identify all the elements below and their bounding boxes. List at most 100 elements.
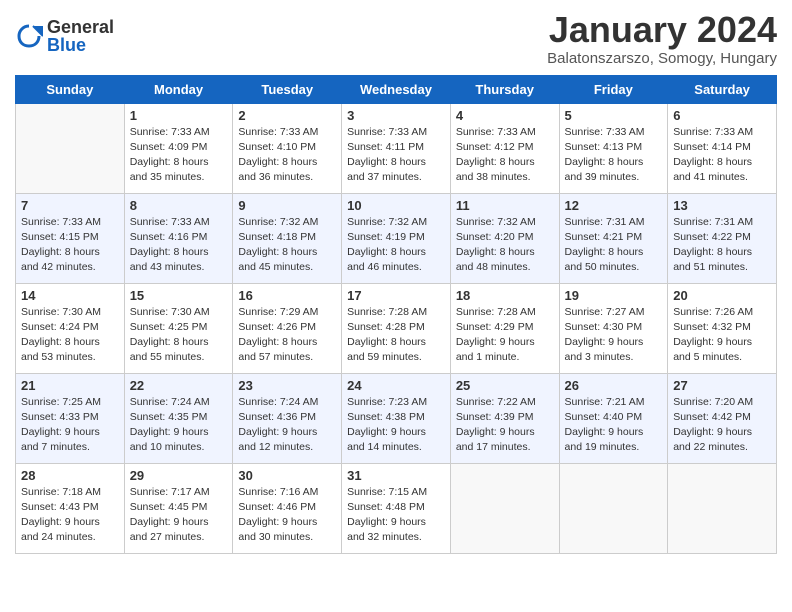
day-cell: 30 Sunrise: 7:16 AMSunset: 4:46 PMDayligh… — [233, 463, 342, 553]
logo-blue: Blue — [47, 36, 114, 54]
day-number: 29 — [130, 468, 228, 483]
day-cell — [559, 463, 668, 553]
day-info: Sunrise: 7:33 AMSunset: 4:14 PMDaylight:… — [673, 125, 771, 186]
day-cell: 13 Sunrise: 7:31 AMSunset: 4:22 PMDayligh… — [668, 193, 777, 283]
logo-icon — [15, 22, 43, 50]
day-cell: 23 Sunrise: 7:24 AMSunset: 4:36 PMDayligh… — [233, 373, 342, 463]
col-header-thursday: Thursday — [450, 75, 559, 103]
day-cell: 12Sunrise: 7:31 AMSunset: 4:21 PMDayligh… — [559, 193, 668, 283]
day-info: Sunrise: 7:20 AMSunset: 4:42 PMDaylight:… — [673, 395, 771, 456]
day-info: Sunrise: 7:28 AMSunset: 4:29 PMDaylight:… — [456, 305, 554, 366]
day-cell: 19 Sunrise: 7:27 AMSunset: 4:30 PMDayligh… — [559, 283, 668, 373]
day-number: 30 — [238, 468, 336, 483]
day-number: 6 — [673, 108, 771, 123]
day-number: 10 — [347, 198, 445, 213]
day-number: 12 — [565, 198, 663, 213]
day-number: 9 — [238, 198, 336, 213]
day-info: Sunrise: 7:33 AMSunset: 4:13 PMDaylight:… — [565, 125, 663, 186]
day-info: Sunrise: 7:33 AMSunset: 4:15 PMDaylight:… — [21, 215, 119, 276]
week-row-4: 21Sunrise: 7:25 AMSunset: 4:33 PMDayligh… — [16, 373, 777, 463]
day-number: 18 — [456, 288, 554, 303]
day-number: 5 — [565, 108, 663, 123]
day-number: 24 — [347, 378, 445, 393]
col-header-friday: Friday — [559, 75, 668, 103]
day-number: 3 — [347, 108, 445, 123]
week-row-2: 7Sunrise: 7:33 AMSunset: 4:15 PMDaylight… — [16, 193, 777, 283]
day-number: 11 — [456, 198, 554, 213]
day-cell: 24 Sunrise: 7:23 AMSunset: 4:38 PMDayligh… — [342, 373, 451, 463]
day-info: Sunrise: 7:16 AMSunset: 4:46 PMDaylight:… — [238, 485, 336, 546]
day-number: 31 — [347, 468, 445, 483]
day-cell: 27 Sunrise: 7:20 AMSunset: 4:42 PMDayligh… — [668, 373, 777, 463]
title-area: January 2024 Balatonszarszo, Somogy, Hun… — [547, 10, 777, 67]
day-info: Sunrise: 7:15 AMSunset: 4:48 PMDaylight:… — [347, 485, 445, 546]
day-number: 14 — [21, 288, 119, 303]
day-cell: 6 Sunrise: 7:33 AMSunset: 4:14 PMDaylight… — [668, 103, 777, 193]
day-cell: 16Sunrise: 7:29 AMSunset: 4:26 PMDayligh… — [233, 283, 342, 373]
day-cell: 11 Sunrise: 7:32 AMSunset: 4:20 PMDayligh… — [450, 193, 559, 283]
day-number: 20 — [673, 288, 771, 303]
week-row-1: 1Sunrise: 7:33 AMSunset: 4:09 PMDaylight… — [16, 103, 777, 193]
day-number: 23 — [238, 378, 336, 393]
week-row-5: 28 Sunrise: 7:18 AMSunset: 4:43 PMDayligh… — [16, 463, 777, 553]
col-header-sunday: Sunday — [16, 75, 125, 103]
day-info: Sunrise: 7:30 AMSunset: 4:24 PMDaylight:… — [21, 305, 119, 366]
calendar-table: SundayMondayTuesdayWednesdayThursdayFrid… — [15, 75, 777, 554]
day-cell: 29 Sunrise: 7:17 AMSunset: 4:45 PMDayligh… — [124, 463, 233, 553]
day-cell: 5 Sunrise: 7:33 AMSunset: 4:13 PMDaylight… — [559, 103, 668, 193]
day-cell: 28 Sunrise: 7:18 AMSunset: 4:43 PMDayligh… — [16, 463, 125, 553]
day-info: Sunrise: 7:31 AMSunset: 4:22 PMDaylight:… — [673, 215, 771, 276]
day-cell — [450, 463, 559, 553]
day-number: 4 — [456, 108, 554, 123]
day-info: Sunrise: 7:18 AMSunset: 4:43 PMDaylight:… — [21, 485, 119, 546]
col-header-wednesday: Wednesday — [342, 75, 451, 103]
day-info: Sunrise: 7:17 AMSunset: 4:45 PMDaylight:… — [130, 485, 228, 546]
day-info: Sunrise: 7:33 AMSunset: 4:10 PMDaylight:… — [238, 125, 336, 186]
day-info: Sunrise: 7:26 AMSunset: 4:32 PMDaylight:… — [673, 305, 771, 366]
day-number: 21 — [21, 378, 119, 393]
day-number: 26 — [565, 378, 663, 393]
day-cell: 20 Sunrise: 7:26 AMSunset: 4:32 PMDayligh… — [668, 283, 777, 373]
day-info: Sunrise: 7:33 AMSunset: 4:12 PMDaylight:… — [456, 125, 554, 186]
day-info: Sunrise: 7:32 AMSunset: 4:20 PMDaylight:… — [456, 215, 554, 276]
day-info: Sunrise: 7:32 AMSunset: 4:19 PMDaylight:… — [347, 215, 445, 276]
day-info: Sunrise: 7:33 AMSunset: 4:16 PMDaylight:… — [130, 215, 228, 276]
day-cell: 26Sunrise: 7:21 AMSunset: 4:40 PMDayligh… — [559, 373, 668, 463]
day-info: Sunrise: 7:28 AMSunset: 4:28 PMDaylight:… — [347, 305, 445, 366]
day-info: Sunrise: 7:24 AMSunset: 4:35 PMDaylight:… — [130, 395, 228, 456]
logo-general: General — [47, 18, 114, 36]
day-cell: 14 Sunrise: 7:30 AMSunset: 4:24 PMDayligh… — [16, 283, 125, 373]
logo: General Blue — [15, 18, 114, 54]
day-cell: 1Sunrise: 7:33 AMSunset: 4:09 PMDaylight… — [124, 103, 233, 193]
day-number: 19 — [565, 288, 663, 303]
day-info: Sunrise: 7:23 AMSunset: 4:38 PMDaylight:… — [347, 395, 445, 456]
day-info: Sunrise: 7:27 AMSunset: 4:30 PMDaylight:… — [565, 305, 663, 366]
month-title: January 2024 — [547, 10, 777, 50]
day-info: Sunrise: 7:32 AMSunset: 4:18 PMDaylight:… — [238, 215, 336, 276]
header: General Blue January 2024 Balatonszarszo… — [15, 10, 777, 67]
day-cell: 21Sunrise: 7:25 AMSunset: 4:33 PMDayligh… — [16, 373, 125, 463]
day-cell: 8Sunrise: 7:33 AMSunset: 4:16 PMDaylight… — [124, 193, 233, 283]
day-number: 17 — [347, 288, 445, 303]
col-header-monday: Monday — [124, 75, 233, 103]
logo-text: General Blue — [47, 18, 114, 54]
day-cell: 3 Sunrise: 7:33 AMSunset: 4:11 PMDaylight… — [342, 103, 451, 193]
day-cell: 10 Sunrise: 7:32 AMSunset: 4:19 PMDayligh… — [342, 193, 451, 283]
header-row: SundayMondayTuesdayWednesdayThursdayFrid… — [16, 75, 777, 103]
day-cell: 15Sunrise: 7:30 AMSunset: 4:25 PMDayligh… — [124, 283, 233, 373]
day-info: Sunrise: 7:29 AMSunset: 4:26 PMDaylight:… — [238, 305, 336, 366]
day-number: 15 — [130, 288, 228, 303]
day-number: 25 — [456, 378, 554, 393]
col-header-saturday: Saturday — [668, 75, 777, 103]
day-cell: 17 Sunrise: 7:28 AMSunset: 4:28 PMDayligh… — [342, 283, 451, 373]
day-info: Sunrise: 7:33 AMSunset: 4:11 PMDaylight:… — [347, 125, 445, 186]
col-header-tuesday: Tuesday — [233, 75, 342, 103]
day-info: Sunrise: 7:24 AMSunset: 4:36 PMDaylight:… — [238, 395, 336, 456]
day-number: 27 — [673, 378, 771, 393]
subtitle: Balatonszarszo, Somogy, Hungary — [547, 50, 777, 67]
day-cell: 31 Sunrise: 7:15 AMSunset: 4:48 PMDayligh… — [342, 463, 451, 553]
day-number: 13 — [673, 198, 771, 213]
day-info: Sunrise: 7:33 AMSunset: 4:09 PMDaylight:… — [130, 125, 228, 186]
week-row-3: 14 Sunrise: 7:30 AMSunset: 4:24 PMDayligh… — [16, 283, 777, 373]
day-number: 28 — [21, 468, 119, 483]
